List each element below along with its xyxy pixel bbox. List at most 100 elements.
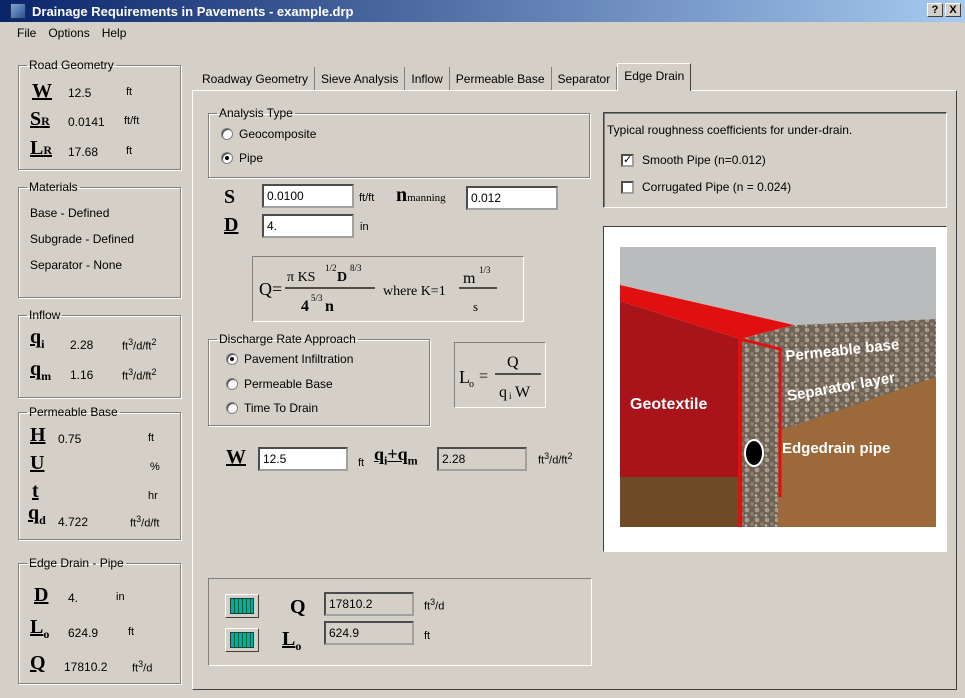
material-subgrade: Subgrade - Defined — [30, 232, 135, 246]
svg-text:=: = — [479, 368, 488, 385]
svg-text:1/3: 1/3 — [479, 265, 491, 275]
radio-circle-selected — [221, 152, 233, 164]
menu-help[interactable]: Help — [94, 24, 131, 42]
menu-options[interactable]: Options — [40, 24, 93, 42]
width-unit: ft — [358, 457, 365, 469]
svg-text:π KS: π KS — [287, 270, 315, 285]
qd-unit: ft3/d/ft — [130, 514, 160, 530]
road-slope-unit: ft/ft — [124, 115, 140, 127]
svg-text:1/2: 1/2 — [325, 263, 337, 273]
sr-symbol: SR — [30, 108, 50, 130]
h-unit: ft — [148, 432, 155, 444]
checkbox-smooth-pipe[interactable]: ✓ Smooth Pipe (n=0.012) — [621, 153, 766, 167]
radio-permeable-base[interactable]: Permeable Base — [226, 377, 333, 391]
d-symbol: D — [34, 584, 49, 606]
window-title: Drainage Requirements in Pavements - exa… — [32, 3, 354, 19]
q-result-field[interactable] — [324, 592, 414, 616]
svg-text:4: 4 — [301, 298, 309, 315]
road-length-unit: ft — [126, 145, 133, 157]
w-label: W — [226, 446, 246, 468]
radio-pipe[interactable]: Pipe — [221, 151, 263, 165]
radio-geocomposite[interactable]: Geocomposite — [221, 127, 316, 141]
tab-strip: Roadway Geometry Sieve Analysis Inflow P… — [196, 63, 692, 91]
slope-input[interactable] — [262, 184, 354, 208]
u-symbol: U — [30, 452, 45, 474]
svg-text:5/3: 5/3 — [311, 293, 323, 303]
q-summary-value: 17810.2 — [64, 660, 108, 674]
edge-drain-legend: Edge Drain - Pipe — [29, 556, 124, 570]
checkmark-icon: ✓ — [621, 153, 634, 167]
svg-text:o: o — [469, 379, 474, 390]
qi-qm-input[interactable] — [437, 447, 527, 471]
svg-text:8/3: 8/3 — [350, 263, 362, 273]
analysis-type-legend: Analysis Type — [219, 106, 293, 120]
q-summary-unit: ft3/d — [132, 659, 153, 675]
radio-circle — [226, 402, 238, 414]
help-button[interactable]: ? — [927, 3, 943, 17]
calculate-lo-button[interactable] — [225, 628, 259, 652]
t-unit: hr — [148, 490, 158, 502]
road-length-value: 17.68 — [68, 145, 99, 159]
lo-result-label: Lo — [282, 628, 302, 653]
tab-inflow[interactable]: Inflow — [405, 67, 450, 91]
inflow-group: Inflow — [18, 308, 181, 398]
svg-text:Q: Q — [507, 354, 519, 371]
discharge-legend: Discharge Rate Approach — [219, 332, 356, 346]
svg-text:W: W — [515, 384, 531, 401]
manning-formula-graphic: Q= π KS 1/2 D 8/3 4 5/3 n where K=1 m 1/… — [259, 263, 497, 315]
material-base: Base - Defined — [30, 206, 110, 220]
road-width-value: 12.5 — [68, 86, 92, 100]
qd-symbol: qd — [28, 502, 46, 527]
lo-result-field[interactable] — [324, 621, 414, 645]
label-edgedrain-pipe: Edgedrain pipe — [782, 440, 890, 457]
length-formula: L o = Q q i W — [454, 342, 546, 408]
svg-text:m: m — [463, 270, 476, 287]
w-symbol: W — [32, 80, 52, 102]
tab-sieve-analysis[interactable]: Sieve Analysis — [315, 67, 406, 91]
road-geometry-legend: Road Geometry — [29, 58, 114, 72]
menu-file[interactable]: File — [0, 24, 40, 42]
close-button[interactable]: X — [945, 3, 961, 17]
svg-text:D: D — [337, 270, 347, 285]
tab-roadway-geometry[interactable]: Roadway Geometry — [196, 67, 316, 91]
s-label: S — [224, 186, 236, 208]
lo-symbol: Lo — [30, 616, 50, 641]
app-icon — [10, 3, 26, 19]
radio-pavement-infiltration[interactable]: Pavement Infiltration — [226, 352, 353, 366]
tab-separator[interactable]: Separator — [552, 67, 618, 91]
radio-time-to-drain[interactable]: Time To Drain — [226, 401, 318, 415]
tab-edge-drain[interactable]: Edge Drain — [617, 63, 692, 91]
t-symbol: t — [32, 480, 39, 502]
checkbox-corrugated-pipe[interactable]: Corrugated Pipe (n = 0.024) — [621, 180, 791, 194]
qm-unit: ft3/d/ft2 — [122, 367, 157, 383]
u-unit: % — [150, 461, 160, 473]
qi-unit: ft3/d/ft2 — [122, 337, 157, 353]
svg-text:s: s — [473, 299, 478, 314]
inflow-legend: Inflow — [29, 308, 61, 322]
qi-value: 2.28 — [70, 338, 94, 352]
materials-legend: Materials — [29, 180, 78, 194]
diameter-input[interactable] — [262, 214, 354, 238]
roughness-title: Typical roughness coefficients for under… — [607, 123, 853, 137]
menu-bar: File Options Help — [0, 24, 130, 42]
q-symbol: Q — [30, 652, 46, 674]
material-separator: Separator - None — [30, 258, 123, 272]
q-result-label: Q — [290, 596, 306, 618]
lo-summary-unit: ft — [128, 626, 135, 638]
calculator-icon — [230, 598, 254, 614]
d-summary-value: 4. — [68, 591, 79, 605]
tab-permeable-base[interactable]: Permeable Base — [450, 67, 552, 91]
manning-input[interactable] — [466, 186, 558, 210]
lr-symbol: LR — [30, 137, 53, 159]
width-input[interactable] — [258, 447, 348, 471]
q-result-unit: ft3/d — [424, 597, 445, 613]
qi-symbol: qi — [30, 326, 45, 351]
svg-text:Q=: Q= — [259, 279, 282, 299]
manning-formula: Q= π KS 1/2 D 8/3 4 5/3 n where K=1 m 1/… — [252, 256, 524, 322]
qm-symbol: qm — [30, 358, 52, 383]
calculate-q-button[interactable] — [225, 594, 259, 618]
radio-circle — [221, 128, 233, 140]
permeable-base-legend: Permeable Base — [29, 405, 118, 419]
qd-value: 4.722 — [58, 515, 89, 529]
svg-text:where K=1: where K=1 — [383, 284, 446, 299]
